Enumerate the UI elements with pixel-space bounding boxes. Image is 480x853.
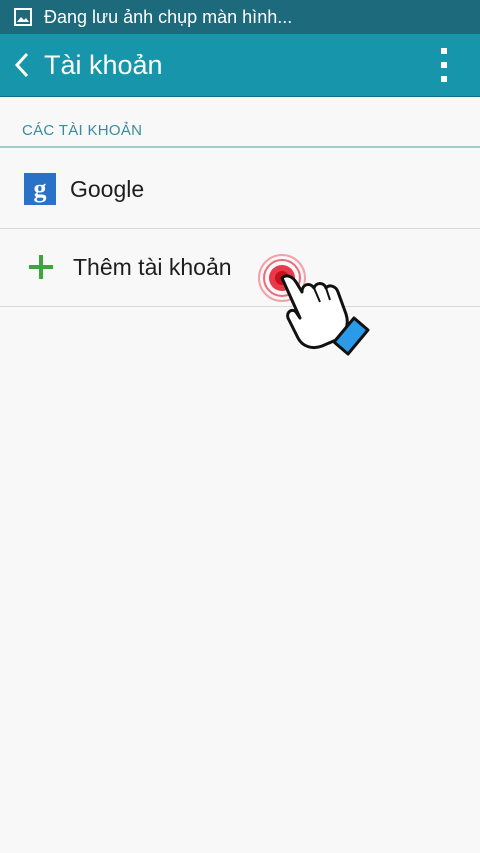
section-header: CÁC TÀI KHOẢN xyxy=(22,122,143,139)
section-divider xyxy=(0,146,480,148)
add-account-button[interactable]: Thêm tài khoản xyxy=(0,228,480,306)
action-bar: Tài khoản xyxy=(0,34,480,97)
status-bar: Đang lưu ảnh chụp màn hình... xyxy=(0,0,480,34)
back-button[interactable] xyxy=(2,34,42,96)
image-icon xyxy=(14,8,32,26)
row-divider xyxy=(0,306,480,307)
tap-hand-icon xyxy=(258,254,370,356)
add-account-label: Thêm tài khoản xyxy=(73,253,232,280)
chevron-left-icon xyxy=(14,52,29,78)
more-vert-icon[interactable] xyxy=(436,46,452,84)
account-label: Google xyxy=(70,175,145,202)
google-icon: g xyxy=(24,173,56,205)
plus-icon xyxy=(29,255,53,279)
page-title: Tài khoản xyxy=(44,49,163,80)
account-item-google[interactable]: g Google xyxy=(0,150,480,228)
status-notification-text: Đang lưu ảnh chụp màn hình... xyxy=(44,6,293,27)
